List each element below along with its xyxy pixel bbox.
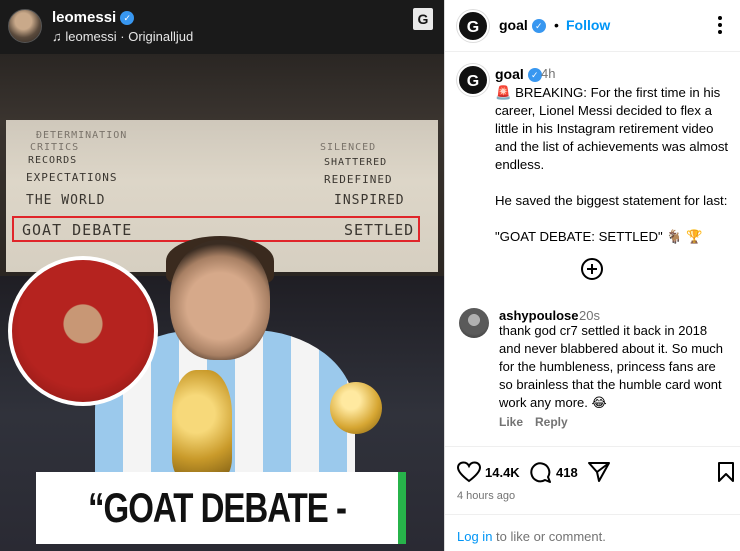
login-prompt: Log in to like or comment. (457, 529, 606, 544)
commenter-avatar[interactable] (459, 308, 489, 338)
list-left: THE WORLD (26, 193, 106, 208)
author-username-text[interactable]: goal (499, 17, 528, 33)
caption-paragraph: He saved the biggest statement for last: (495, 193, 728, 208)
comment-time: 20s (579, 308, 600, 323)
post-actions: 14.4K 418 (445, 446, 740, 496)
comment-reply-button[interactable]: Reply (535, 415, 568, 429)
reel-audio[interactable]: ♫ leomessi · Originalljud (52, 29, 193, 44)
share-icon[interactable] (587, 461, 611, 483)
caption-username[interactable]: goal ✓ (495, 66, 542, 82)
caption-paragraph: "GOAT DEBATE: SETTLED" 🐐 🏆 (495, 229, 703, 244)
headline-banner: “GOAT DEBATE - SETTLED” (36, 472, 406, 544)
more-options-icon[interactable] (715, 16, 725, 36)
banner-text: “GOAT DEBATE - SETTLED” (88, 484, 347, 531)
post-caption: 🚨 BREAKING: For the first time in his ca… (495, 84, 731, 264)
post-header: G goal ✓ • Follow (445, 0, 740, 52)
login-suffix: to like or comment. (492, 529, 606, 544)
comment-count[interactable]: 418 (556, 465, 578, 480)
list-right: INSPIRED (334, 193, 405, 208)
verified-icon: ✓ (120, 11, 135, 25)
post-panel: G goal ✓ • Follow G goal ✓ 4h 🚨 BREAKING: … (444, 0, 740, 551)
login-link[interactable]: Log in (457, 529, 492, 544)
brand-badge-icon: G (413, 8, 433, 30)
post-timestamp[interactable]: 4 hours ago (457, 490, 515, 502)
player-face (170, 240, 270, 360)
follow-button[interactable]: Follow (566, 17, 610, 33)
caption-username-text[interactable]: goal (495, 66, 524, 82)
list-right: SHATTERED (324, 157, 388, 168)
author-username[interactable]: goal ✓ (499, 17, 546, 33)
reel-username-text[interactable]: leomessi (52, 9, 116, 26)
separator-dot: • (554, 17, 559, 33)
list-right: REDEFINED (324, 173, 393, 186)
comment-actions: Like Reply (499, 415, 580, 429)
like-count[interactable]: 14.4K (485, 465, 520, 480)
load-more-comments-icon[interactable] (581, 258, 603, 280)
comment-text: thank god cr7 settled it back in 2018 an… (499, 322, 731, 412)
golden-ball-icon (330, 382, 382, 434)
caption-paragraph: 🚨 BREAKING: For the first time in his ca… (495, 85, 729, 172)
reel-username[interactable]: leomessi ✓ (52, 9, 135, 26)
faded-row: ÐETERMINATION (36, 130, 128, 141)
reel-media[interactable]: ÐETERMINATION CRITICS SILENCED RECORDS S… (0, 0, 444, 551)
save-icon[interactable] (717, 461, 735, 483)
comment-body: thank god cr7 settled it back in 2018 an… (499, 323, 724, 410)
reel-avatar[interactable] (8, 9, 42, 43)
login-bar: Log in to like or comment. (445, 514, 740, 551)
verified-icon: ✓ (527, 68, 542, 82)
inset-portrait (8, 256, 158, 406)
caption-avatar[interactable]: G (457, 64, 489, 96)
list-left: EXPECTATIONS (26, 171, 118, 184)
author-avatar[interactable]: G (457, 10, 489, 42)
list-left: RECORDS (28, 155, 78, 166)
commenter-username[interactable]: ashypoulose (499, 308, 578, 323)
caption-time[interactable]: 4h (541, 66, 555, 81)
verified-icon: ✓ (531, 19, 546, 33)
faded-row: CRITICS (30, 142, 80, 153)
heart-icon[interactable] (457, 461, 481, 483)
comment-icon[interactable] (529, 461, 551, 483)
faded-row: SILENCED (320, 142, 377, 153)
comment-like-button[interactable]: Like (499, 415, 523, 429)
